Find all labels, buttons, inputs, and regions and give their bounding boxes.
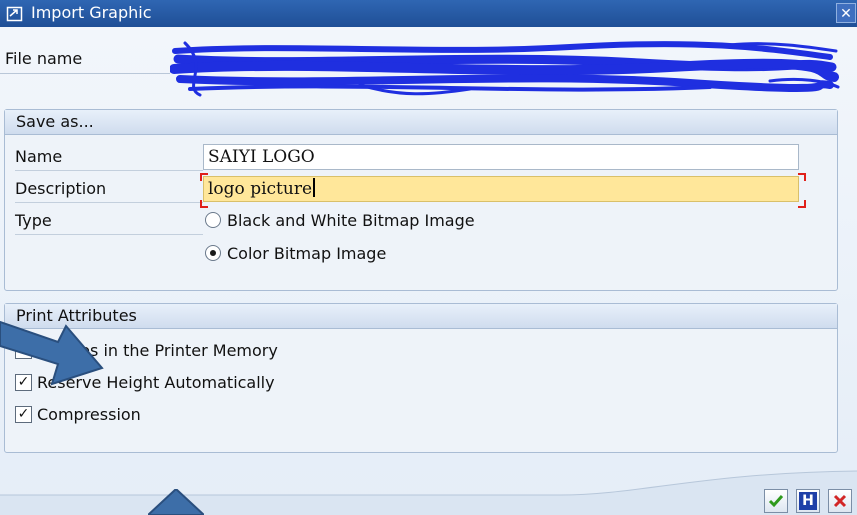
continue-button[interactable] — [764, 489, 788, 513]
print-attributes-title: Print Attributes — [5, 304, 837, 329]
description-label-text: Description — [15, 179, 107, 198]
cancel-button[interactable] — [828, 489, 852, 513]
radio-label: Black and White Bitmap Image — [227, 211, 475, 230]
red-x-icon — [833, 494, 847, 508]
name-label-text: Name — [15, 147, 63, 166]
help-icon: H — [799, 492, 817, 510]
text-cursor — [313, 178, 316, 197]
required-marker-top-left — [200, 173, 208, 181]
footer-curve — [0, 470, 857, 515]
window-title: Import Graphic — [31, 3, 152, 22]
required-marker-bottom-left — [200, 200, 208, 208]
checkbox[interactable] — [15, 342, 32, 359]
file-name-label: File name — [5, 49, 83, 68]
description-label: Description — [15, 178, 203, 203]
required-marker-bottom-right — [798, 200, 806, 208]
save-as-group: Save as... Name SAIYI LOGO Description l… — [4, 109, 838, 291]
help-button[interactable]: H — [796, 489, 820, 513]
redaction-scribble — [170, 41, 840, 97]
name-label: Name — [15, 146, 203, 171]
type-label: Type — [15, 210, 203, 235]
required-marker-top-right — [798, 173, 806, 181]
close-window-button[interactable]: ✕ — [836, 3, 856, 23]
title-bar: Import Graphic ✕ — [0, 0, 857, 27]
checkbox-label: Compression — [37, 405, 141, 424]
checkbox-checked[interactable]: ✓ — [15, 406, 32, 423]
checkbox-checked[interactable]: ✓ — [15, 374, 32, 391]
radio-label: Color Bitmap Image — [227, 244, 387, 263]
description-value: logo picture — [208, 179, 313, 199]
save-as-title: Save as... — [5, 110, 837, 135]
green-checkmark-icon — [768, 495, 784, 508]
name-input[interactable]: SAIYI LOGO — [203, 144, 799, 170]
print-attributes-group: Print Attributes Resides in the Printer … — [4, 303, 838, 453]
checkbox-label: Reserve Height Automatically — [37, 373, 275, 392]
import-icon — [6, 6, 23, 22]
radio-button[interactable] — [205, 212, 221, 228]
type-label-text: Type — [15, 211, 52, 230]
dialog-content: File name Save as... Name SAIYI LOGO Des… — [0, 27, 857, 515]
checkbox-label: Resides in the Printer Memory — [37, 341, 278, 360]
radio-button-selected[interactable] — [205, 245, 221, 261]
file-name-underline — [0, 73, 170, 74]
description-input[interactable]: logo picture — [203, 176, 799, 202]
